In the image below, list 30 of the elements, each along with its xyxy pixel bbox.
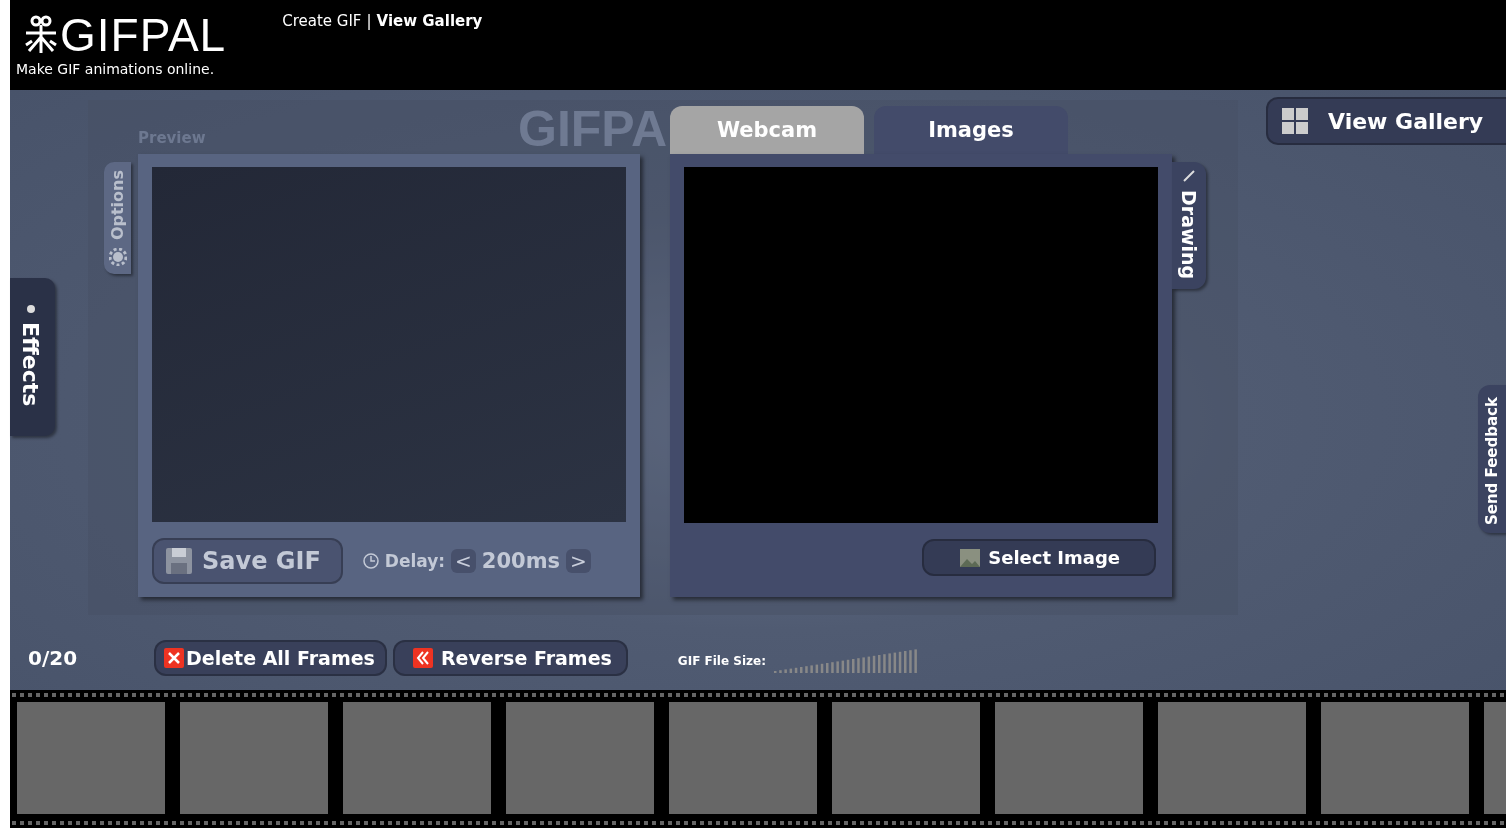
view-gallery-button[interactable]: View Gallery bbox=[1266, 97, 1506, 145]
select-image-button[interactable]: Select Image bbox=[922, 539, 1156, 576]
effects-tab[interactable]: Effects bbox=[10, 278, 55, 437]
decrease-delay-button[interactable]: < bbox=[451, 549, 476, 573]
logo-text: GIFPAL bbox=[60, 12, 227, 58]
grid-icon bbox=[1282, 108, 1308, 134]
close-icon bbox=[164, 648, 184, 668]
delete-all-frames-button[interactable]: Delete All Frames bbox=[154, 640, 387, 676]
reverse-frames-button[interactable]: Reverse Frames bbox=[392, 640, 628, 676]
file-size-meter-icon bbox=[773, 649, 920, 673]
nav-link[interactable]: Create GIF bbox=[282, 12, 362, 30]
delay-label: Delay: bbox=[384, 551, 446, 571]
image-icon bbox=[960, 548, 981, 567]
gear-icon bbox=[108, 248, 127, 267]
save-gif-button[interactable]: Save GIF bbox=[152, 538, 343, 584]
nav-link[interactable]: View Gallery bbox=[376, 12, 483, 30]
drawing-tab[interactable]: Drawing bbox=[1172, 162, 1206, 290]
feedback-tab[interactable]: Send Feedback bbox=[1478, 385, 1506, 534]
source-tab[interactable]: Images bbox=[874, 106, 1068, 154]
frame-count: 0/20 bbox=[28, 646, 79, 670]
file-size-label: GIF File Size: bbox=[677, 654, 766, 668]
clock-icon bbox=[362, 553, 379, 569]
nav-separator: | bbox=[366, 12, 372, 30]
bullet-icon bbox=[25, 304, 36, 314]
tagline: Make GIF animations online. bbox=[16, 60, 216, 78]
increase-delay-button[interactable]: > bbox=[566, 549, 591, 573]
delay-value: 200ms bbox=[481, 549, 561, 573]
pencil-icon bbox=[1183, 170, 1195, 182]
double-chevron-left-icon bbox=[412, 648, 433, 668]
logo-icon bbox=[24, 15, 58, 55]
